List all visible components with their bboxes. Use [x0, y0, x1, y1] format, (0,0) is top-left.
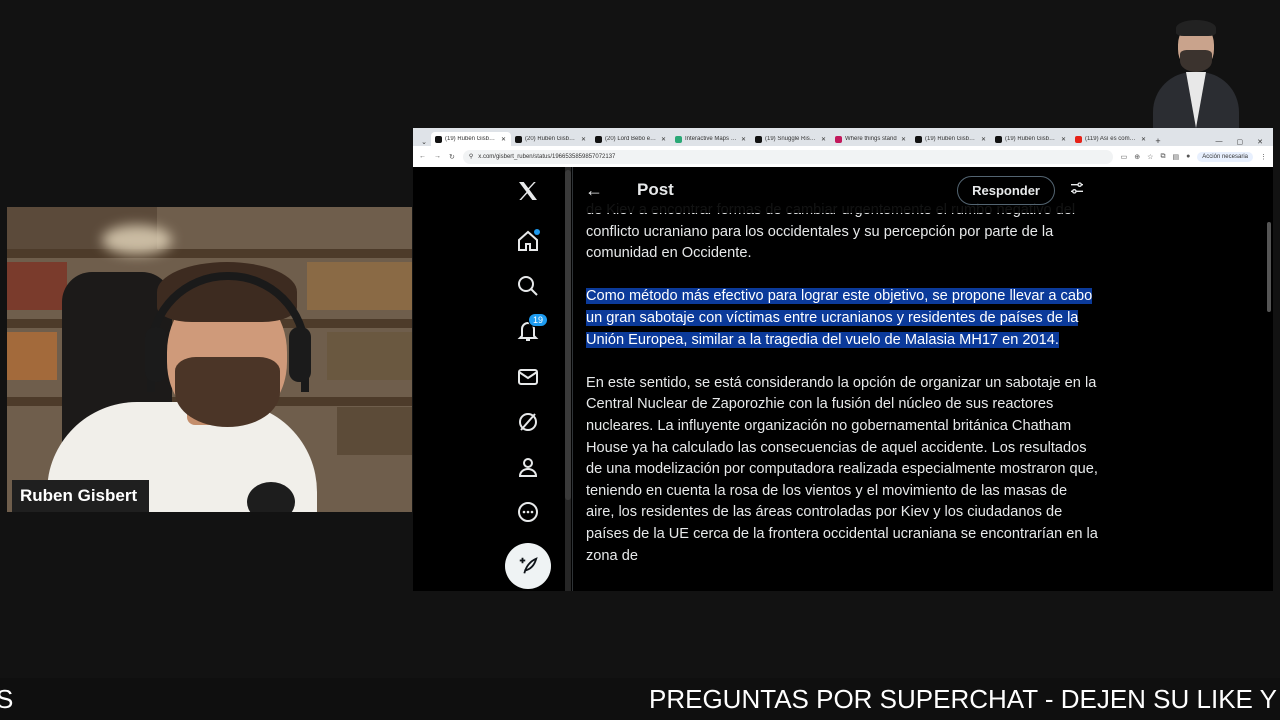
x-favicon-icon	[515, 135, 522, 143]
right-sidebar	[1109, 167, 1273, 591]
unread-dot	[534, 229, 540, 235]
browser-tab[interactable]: (119) Así es como C...✕	[1071, 132, 1151, 146]
browser-tab[interactable]: (20) Lord Bebo en X ✕	[591, 132, 671, 146]
feather-plus-icon	[519, 557, 538, 574]
post-paragraph: En este sentido, se está considerando la…	[586, 374, 1098, 564]
zoom-icon[interactable]: ⊕	[1134, 153, 1140, 161]
post-text: de Kiev a encontrar formas de cambiar ur…	[586, 200, 1098, 589]
ticker-text: PREGUNTAS POR SUPERCHAT - DEJEN SU LIKE …	[649, 684, 1280, 714]
back-arrow-icon[interactable]: ←	[585, 180, 609, 201]
bookmark-star-icon[interactable]: ☆	[1147, 153, 1153, 161]
new-tab-icon[interactable]: +	[1151, 136, 1165, 146]
browser-tab[interactable]: Interactive Maps Russia✕	[671, 132, 751, 146]
notifications-badge: 19	[528, 313, 549, 327]
browser-tab[interactable]: Where things stand ✕	[831, 132, 911, 146]
tab-search-icon[interactable]: ⌄	[417, 138, 431, 146]
x-favicon-icon	[915, 135, 922, 143]
map-favicon-icon	[675, 135, 682, 143]
close-icon[interactable]: ✕	[1141, 136, 1147, 143]
speaker-nameplate: Ruben Gisbert	[12, 480, 150, 512]
back-icon[interactable]: ←	[419, 153, 426, 160]
tab-strip: ⌄ (19) Rubén Gisbert en X✕ (20) Rubén Gi…	[413, 128, 1273, 146]
post-header: ← Post Responder	[573, 167, 1109, 213]
host-portrait	[1148, 20, 1243, 130]
cast-icon[interactable]: ▭	[1121, 153, 1128, 161]
browser-window: ⌄ (19) Rubén Gisbert en X✕ (20) Rubén Gi…	[413, 128, 1273, 591]
ticker-fragment: S	[0, 684, 14, 714]
browser-tab[interactable]: (20) Rubén Gisbert en X✕	[511, 132, 591, 146]
post-column: ← Post Responder de Kiev a encontrar for…	[572, 167, 1110, 591]
sidepanel-icon[interactable]: ▤	[1172, 153, 1179, 161]
x-favicon-icon	[435, 135, 442, 143]
close-icon[interactable]: ✕	[901, 136, 907, 143]
forward-icon[interactable]: →	[434, 153, 441, 160]
browser-tab[interactable]: (19) Rubén Gisbert en X✕	[991, 132, 1071, 146]
x-favicon-icon	[995, 135, 1002, 143]
post-paragraph-highlighted: Como método más efectivo para lograr est…	[586, 286, 1098, 351]
browser-tab[interactable]: (19) Rubén Gisbert en X✕	[911, 132, 991, 146]
close-icon[interactable]: ✕	[821, 136, 827, 143]
x-sidebar-nav: 19	[498, 167, 558, 591]
extensions-icon[interactable]: ⧉	[1160, 153, 1165, 161]
site-info-icon[interactable]: ⚲	[469, 153, 473, 160]
browser-tab[interactable]: (19) Rubén Gisbert en X✕	[431, 132, 511, 146]
youtube-favicon-icon	[1075, 135, 1082, 143]
maximize-icon[interactable]: ▢	[1237, 138, 1244, 146]
x-favicon-icon	[595, 135, 602, 143]
page-scrollbar[interactable]	[1267, 222, 1271, 312]
reader-settings-icon[interactable]	[1069, 180, 1091, 201]
close-icon[interactable]: ✕	[501, 136, 507, 143]
profile-icon[interactable]	[516, 455, 540, 479]
close-icon[interactable]: ✕	[1061, 136, 1067, 143]
close-icon[interactable]: ✕	[981, 136, 987, 143]
x-favicon-icon	[755, 135, 762, 143]
avatar-icon[interactable]: ●	[1186, 153, 1190, 160]
speaker-name: Ruben Gisbert	[20, 486, 138, 505]
close-icon[interactable]: ✕	[661, 136, 667, 143]
close-icon[interactable]: ✕	[741, 136, 747, 143]
compose-post-button[interactable]	[505, 543, 551, 589]
stream-ticker: S PREGUNTAS POR SUPERCHAT - DEJEN SU LIK…	[0, 678, 1280, 720]
grok-icon[interactable]	[516, 410, 540, 434]
action-required-button[interactable]: Acción necesaria	[1197, 151, 1253, 162]
minimize-icon[interactable]: —	[1216, 138, 1223, 146]
selected-text: Como método más efectivo para lograr est…	[586, 288, 1093, 348]
page-title: Post	[637, 180, 674, 199]
window-close-icon[interactable]: ✕	[1257, 138, 1263, 146]
url-field[interactable]: ⚲ x.com/gisbert_ruben/status/19665358598…	[462, 149, 1113, 164]
address-bar: ← → ↻ ⚲ x.com/gisbert_ruben/status/19665…	[413, 146, 1273, 167]
messages-icon[interactable]	[516, 365, 540, 389]
notifications-bell-icon[interactable]: 19	[516, 313, 549, 343]
webcam-feed	[7, 207, 412, 512]
x-logo-icon[interactable]	[516, 179, 540, 203]
site-favicon-icon	[835, 135, 842, 143]
reload-icon[interactable]: ↻	[449, 153, 455, 161]
browser-tab[interactable]: (19) Snuggle Risk en X✕	[751, 132, 831, 146]
close-icon[interactable]: ✕	[581, 136, 587, 143]
explore-search-icon[interactable]	[516, 274, 540, 298]
menu-icon[interactable]: ⋮	[1260, 153, 1267, 161]
home-icon[interactable]	[516, 229, 540, 253]
reply-button[interactable]: Responder	[957, 175, 1055, 205]
url-text: x.com/gisbert_ruben/status/1966535859857…	[478, 153, 616, 160]
nav-scrollbar[interactable]	[565, 167, 571, 591]
more-options-icon[interactable]	[516, 500, 540, 524]
x-page: 19 ← Post Responder conflicto ucraniano …	[413, 167, 1273, 591]
window-controls: — ▢ ✕	[1216, 138, 1274, 146]
